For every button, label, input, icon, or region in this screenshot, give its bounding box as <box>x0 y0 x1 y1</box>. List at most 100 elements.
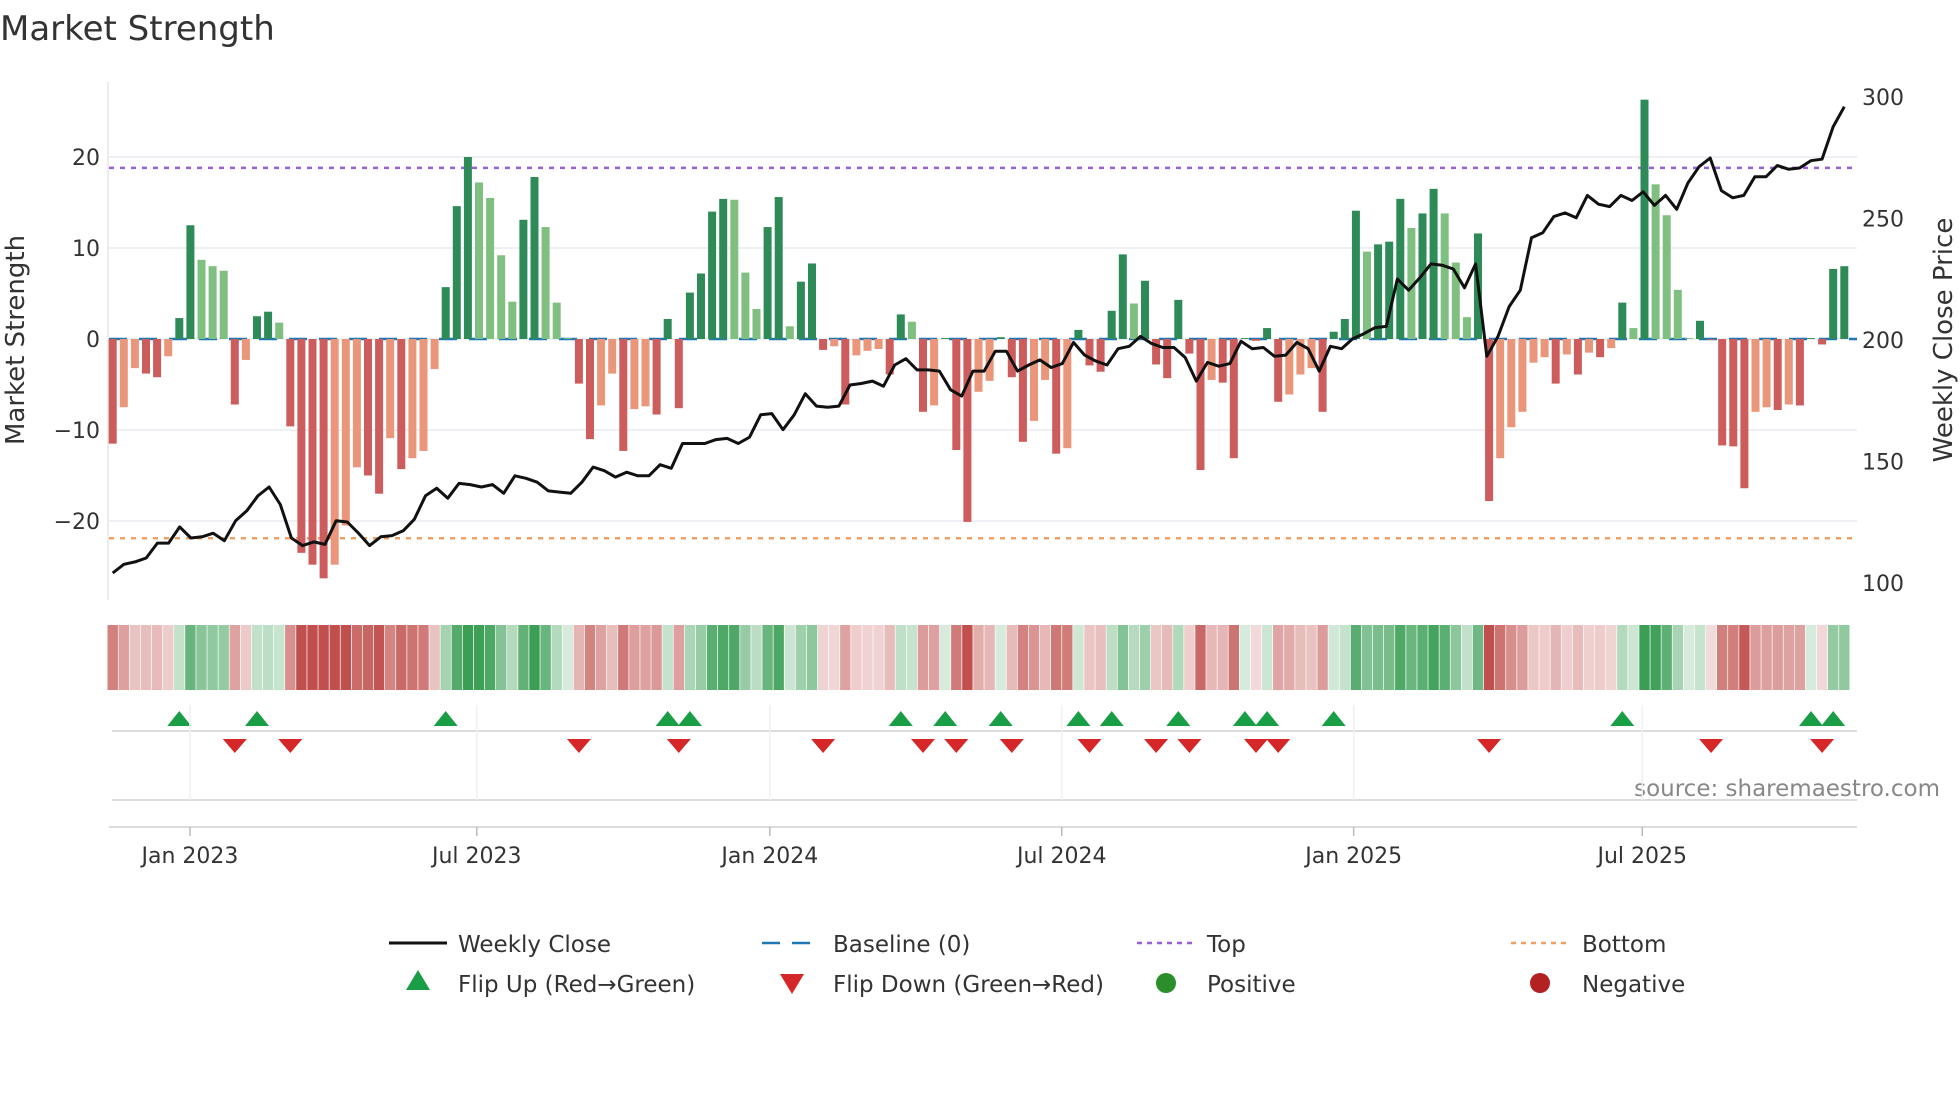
flip-up-marker <box>167 711 192 726</box>
strip-cell <box>340 625 351 690</box>
strength-bar <box>1707 339 1716 340</box>
strip-cell <box>962 625 973 690</box>
strength-bar <box>796 281 805 339</box>
flip-down-marker <box>999 739 1024 753</box>
strength-bar <box>674 339 683 409</box>
strip-cell <box>906 625 918 690</box>
strip-cell <box>1028 625 1040 690</box>
strip-cell <box>784 625 795 690</box>
flip-down-marker <box>666 739 691 753</box>
strength-bar <box>1673 289 1682 339</box>
strip-cell <box>1528 625 1539 690</box>
strip-cell <box>1395 625 1406 690</box>
strength-bar <box>1118 254 1127 339</box>
strip-cell <box>151 625 163 690</box>
strip-cell <box>396 625 407 690</box>
strip-cell <box>1139 625 1151 690</box>
flip-up-marker <box>245 711 269 726</box>
strength-bar <box>1618 302 1627 339</box>
strength-bar <box>119 339 128 408</box>
strip-cell <box>1628 625 1639 690</box>
flip-down-marker <box>566 739 591 753</box>
strip-cell <box>1417 625 1428 690</box>
y-tick-label: 0 <box>86 328 100 353</box>
strip-cell <box>529 625 540 690</box>
strip-cell <box>1594 625 1606 690</box>
strength-heat-strip <box>107 625 1850 690</box>
strength-bar <box>1529 339 1538 363</box>
strength-bar <box>819 339 828 350</box>
strip-cell <box>462 625 474 690</box>
strength-bar <box>1751 339 1760 412</box>
strength-bar <box>541 227 550 339</box>
strength-bar <box>142 339 150 374</box>
flip-up-marker <box>1255 711 1280 726</box>
strip-cell <box>440 625 451 690</box>
strip-cell <box>385 625 396 690</box>
market-strength-chart: Market Strength 20100−10−20 300250200150… <box>0 9 1959 998</box>
flip-down-marker <box>1810 739 1835 753</box>
strip-cell <box>407 625 418 690</box>
strip-cell <box>1761 625 1772 690</box>
flip-up-marker <box>1066 711 1091 726</box>
flip-down-marker <box>911 739 935 753</box>
strength-bar <box>1718 339 1727 446</box>
strip-cell <box>895 625 906 690</box>
strength-bar <box>708 211 717 339</box>
strength-bar <box>652 339 661 415</box>
strength-bar <box>308 339 317 565</box>
strip-cell <box>262 625 274 690</box>
strip-cell <box>917 625 929 690</box>
strip-cell <box>362 625 374 690</box>
strip-cell <box>562 625 573 690</box>
flip-up-marker <box>1610 711 1635 726</box>
strength-bar <box>1795 339 1804 406</box>
x-tick-label: Jul 2023 <box>430 844 522 869</box>
strength-bar <box>275 322 284 339</box>
strip-cell <box>1739 625 1750 690</box>
strength-bar <box>941 338 950 339</box>
legend-baseline: Baseline (0) <box>833 932 970 958</box>
strength-bar <box>1684 338 1693 339</box>
strength-bar <box>1207 339 1216 380</box>
y2-tick-label: 300 <box>1862 86 1904 111</box>
strip-cell <box>862 625 873 690</box>
strip-cell <box>274 625 285 690</box>
strength-bar <box>1762 339 1771 408</box>
strength-bar <box>1585 339 1593 353</box>
source-label: source: sharemaestro.com <box>1634 776 1940 802</box>
strength-bar <box>1085 339 1094 366</box>
strip-cell <box>1128 625 1140 690</box>
strength-bar <box>264 311 273 339</box>
strip-cell <box>484 625 496 690</box>
strip-cell <box>1095 625 1106 690</box>
strip-cell <box>806 625 818 690</box>
strength-bar <box>785 326 794 339</box>
strip-cell <box>662 625 673 690</box>
legend-weekly-close: Weekly Close <box>458 932 611 958</box>
strip-cell <box>940 625 951 690</box>
flip-up-marker <box>655 711 680 726</box>
strip-cell <box>573 625 585 690</box>
strength-bar <box>1662 215 1671 339</box>
strength-bar <box>863 339 872 351</box>
strip-cell <box>629 625 640 690</box>
strength-bar <box>563 338 572 339</box>
flip-down-marker <box>1177 739 1202 753</box>
strip-cell <box>1295 625 1306 690</box>
strip-cell <box>1261 625 1273 690</box>
strength-bar <box>519 219 528 339</box>
strength-bar <box>1562 339 1571 355</box>
strip-cell <box>1250 625 1262 690</box>
strength-bar <box>1818 339 1827 345</box>
strip-cell <box>1106 625 1117 690</box>
strip-cell <box>1317 625 1328 690</box>
strength-bar <box>175 318 184 339</box>
strip-cell <box>551 625 562 690</box>
strip-cell <box>1572 625 1584 690</box>
strip-cell <box>973 625 984 690</box>
flip-up-marker <box>1321 711 1346 726</box>
strip-cell <box>218 625 229 690</box>
strength-bar <box>1829 268 1838 339</box>
strength-bar <box>752 308 761 339</box>
